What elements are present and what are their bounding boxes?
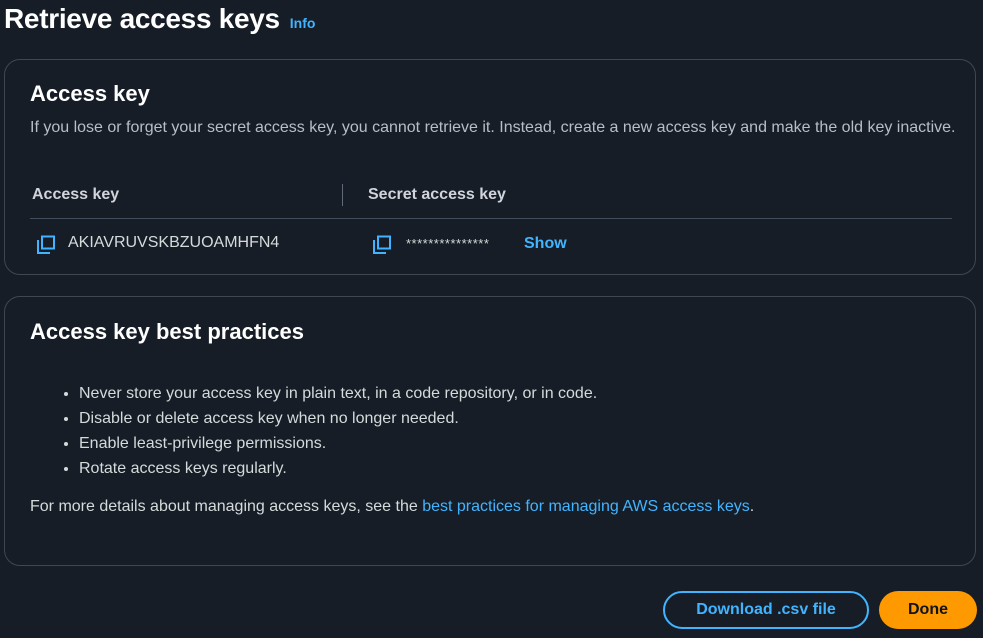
column-divider bbox=[342, 184, 343, 206]
copy-icon[interactable] bbox=[371, 234, 393, 256]
download-csv-button[interactable]: Download .csv file bbox=[663, 591, 869, 629]
list-item: Never store your access key in plain tex… bbox=[79, 381, 597, 406]
list-item: Enable least-privilege permissions. bbox=[79, 431, 597, 456]
best-practices-list: Never store your access key in plain tex… bbox=[57, 381, 597, 481]
details-suffix: . bbox=[749, 498, 755, 515]
access-key-value: AKIAVRUVSKBZUOAMHFN4 bbox=[68, 234, 280, 251]
access-key-column-header: Access key bbox=[32, 186, 120, 203]
page-header: Retrieve access keys Info bbox=[4, 3, 315, 35]
access-key-card-title: Access key bbox=[30, 81, 150, 106]
show-secret-button[interactable]: Show bbox=[524, 235, 567, 253]
page-title: Retrieve access keys bbox=[4, 3, 280, 34]
info-link[interactable]: Info bbox=[290, 15, 316, 31]
copy-icon[interactable] bbox=[35, 234, 57, 256]
best-practices-link[interactable]: best practices for managing AWS access k… bbox=[422, 498, 750, 515]
list-item: Disable or delete access key when no lon… bbox=[79, 406, 597, 431]
access-key-card-description: If you lose or forget your secret access… bbox=[30, 119, 956, 136]
secret-access-key-masked: *************** bbox=[406, 236, 490, 251]
done-button[interactable]: Done bbox=[879, 591, 977, 629]
row-divider bbox=[30, 218, 952, 219]
best-practices-card: Access key best practices Never store yo… bbox=[4, 296, 976, 566]
best-practices-card-title: Access key best practices bbox=[30, 319, 304, 344]
retrieve-access-keys-page: Retrieve access keys Info Access key If … bbox=[0, 0, 983, 638]
details-text: For more details about managing access k… bbox=[30, 498, 754, 516]
details-prefix: For more details about managing access k… bbox=[30, 498, 423, 515]
access-key-card: Access key If you lose or forget your se… bbox=[4, 59, 976, 275]
secret-access-key-column-header: Secret access key bbox=[368, 186, 506, 203]
list-item: Rotate access keys regularly. bbox=[79, 456, 597, 481]
